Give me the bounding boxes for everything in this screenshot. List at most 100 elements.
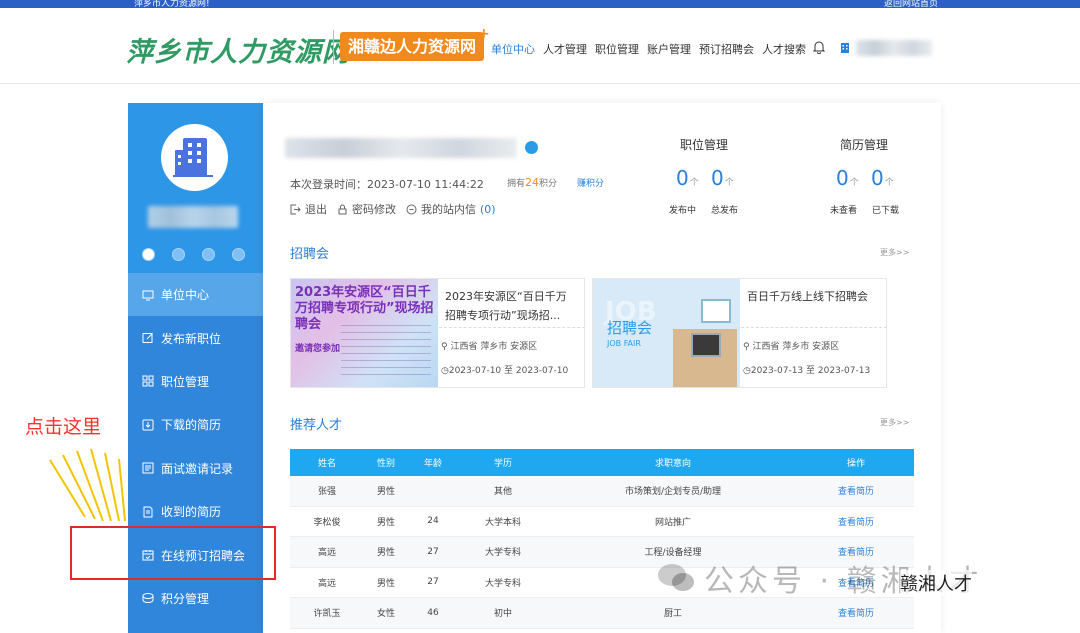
- license-badge-icon[interactable]: [172, 248, 185, 261]
- jobs-total-label: 总发布: [711, 206, 739, 216]
- annotation-text: 点击这里: [25, 416, 102, 438]
- sidebar-profile: [128, 103, 263, 273]
- job-fair-more-link[interactable]: 更多>>: [880, 247, 909, 258]
- unit: 个: [689, 178, 699, 188]
- sidebar-item-label: 发布新职位: [161, 331, 222, 346]
- sub-site-logo[interactable]: 湘赣边人力资源网: [340, 32, 485, 61]
- document-icon: [143, 506, 153, 518]
- job-fair-location: ⚲ 江西省 萍乡市 安源区: [441, 342, 538, 352]
- cell-age: 46: [427, 607, 439, 618]
- lock-icon: [338, 204, 347, 214]
- login-time-label: 本次登录时间：: [290, 178, 367, 191]
- job-fair-card[interactable]: JOB 招聘会 JOB FAIR 百日千万线上线下招聘会 ⚲ 江西省 萍乡市 安…: [592, 278, 887, 388]
- cell-education: 大学专科: [484, 578, 521, 589]
- divider: [741, 327, 887, 328]
- avatar: [161, 124, 228, 191]
- view-resume-link[interactable]: 查看简历: [798, 515, 914, 528]
- view-resume-link[interactable]: 查看简历: [798, 606, 914, 619]
- sidebar-item-interview-invitations[interactable]: 面试邀请记录: [128, 447, 263, 490]
- resumes-downloaded-label: 已下载: [872, 206, 900, 216]
- talent-section-title: 推荐人才: [290, 418, 343, 433]
- back-home-link[interactable]: 返回网站首页: [884, 0, 938, 8]
- sidebar-item-points-management[interactable]: 积分管理: [128, 577, 263, 620]
- table-row: 李松俊 男性 24 大学本科 网站推广 查看简历: [290, 507, 914, 537]
- messages-link[interactable]: 我的站内信 (0): [406, 201, 496, 217]
- nav-talent-search[interactable]: 人才搜索: [762, 41, 806, 57]
- blurred-company-title: [285, 138, 517, 158]
- blurred-username[interactable]: [856, 40, 932, 56]
- company-icon: [841, 43, 849, 53]
- sidebar-item-job-management[interactable]: 职位管理: [128, 360, 263, 403]
- job-fair-title[interactable]: 2023年安源区“百日千万招聘专项行动”现场招...: [445, 287, 577, 325]
- view-resume-link[interactable]: 查看简历: [798, 484, 914, 497]
- jobs-total-count[interactable]: 0个: [711, 166, 734, 190]
- cell-education: 初中: [493, 609, 512, 620]
- sidebar-item-company-center[interactable]: 单位中心: [128, 273, 263, 317]
- jobs-active-label: 发布中: [669, 206, 697, 216]
- resume-stats-title: 简历管理: [840, 138, 889, 152]
- cell-name: 李松俊: [313, 517, 341, 528]
- nav-book-job-fair[interactable]: 预订招聘会: [699, 41, 754, 57]
- blurred-company-name: [148, 206, 238, 228]
- job-fair-title[interactable]: 百日千万线上线下招聘会: [747, 287, 879, 306]
- site-logo[interactable]: 萍乡市人力资源网: [126, 30, 350, 69]
- nav-company-center[interactable]: 单位中心: [491, 41, 535, 57]
- cell-job-intention: 厨工: [663, 609, 682, 620]
- email-badge-icon[interactable]: [232, 248, 245, 261]
- unit: 个: [849, 178, 859, 188]
- job-fair-card[interactable]: 2023年安源区“百日千万招聘专项行动”现场招聘会 邀请您参加 2023年安源区…: [290, 278, 585, 388]
- change-password-label: 密码修改: [352, 203, 396, 216]
- earn-points-link[interactable]: 赚积分: [577, 176, 604, 189]
- talent-table: 姓名 性别 年龄 学历 求职意向 操作 张强 男性 其他 市场策划/企划专员/助…: [290, 449, 914, 629]
- job-fair-poster: JOB 招聘会 JOB FAIR: [593, 279, 740, 387]
- sidebar-item-label: 面试邀请记录: [161, 461, 234, 476]
- sidebar-item-label: 职位管理: [161, 374, 210, 389]
- logo-divider: [333, 30, 334, 64]
- site-header: 萍乡市人力资源网 湘赣边人力资源网 + 单位中心 人才管理 职位管理 账户管理 …: [0, 8, 1080, 84]
- job-fair-section-title: 招聘会: [290, 247, 330, 262]
- nav-account-management[interactable]: 账户管理: [647, 41, 691, 57]
- cell-gender: 男性: [376, 487, 395, 498]
- messages-label: 我的站内信: [421, 203, 476, 216]
- grid-icon: [142, 375, 154, 387]
- bell-icon[interactable]: [812, 40, 826, 54]
- main-nav: 单位中心 人才管理 职位管理 账户管理 预订招聘会 人才搜索: [491, 41, 806, 57]
- unit: 个: [724, 178, 734, 188]
- resumes-downloaded-value: 0: [871, 166, 884, 190]
- table-row: 张强 男性 其他 市场策划/企划专员/助理 查看简历: [290, 476, 914, 507]
- points-value: 24: [525, 176, 540, 189]
- resumes-unread-count[interactable]: 0个: [836, 166, 859, 190]
- top-bar: 萍乡市人力资源网! 返回网站首页: [0, 0, 1080, 8]
- cell-gender: 男性: [376, 548, 395, 559]
- points-display: 拥有24积分: [507, 176, 557, 189]
- unit: 个: [884, 178, 894, 188]
- vip-badge-icon[interactable]: [202, 248, 215, 261]
- logout-label: 退出: [305, 203, 327, 216]
- change-password-link[interactable]: 密码修改: [337, 201, 396, 217]
- verified-badge-icon[interactable]: [142, 248, 155, 261]
- cell-education: 大学专科: [484, 548, 521, 559]
- sidebar-item-label: 下载的简历: [161, 418, 222, 433]
- logout-link[interactable]: 退出: [290, 201, 327, 217]
- message-icon: [406, 204, 417, 214]
- location-text: 江西省 萍乡市 安源区: [450, 342, 538, 352]
- sidebar-item-post-job[interactable]: 发布新职位: [128, 316, 263, 359]
- coin-icon: [142, 593, 154, 604]
- cell-name: 张强: [317, 487, 336, 498]
- nav-talent-management[interactable]: 人才管理: [543, 41, 587, 57]
- sidebar-item-downloaded-resumes[interactable]: 下载的简历: [128, 403, 263, 446]
- jobs-active-count[interactable]: 0个: [676, 166, 699, 190]
- cell-gender: 男性: [376, 578, 395, 589]
- highlight-box: [70, 526, 276, 580]
- nav-job-management[interactable]: 职位管理: [595, 41, 639, 57]
- computer-icon: [142, 290, 154, 301]
- column-job-intention: 求职意向: [654, 459, 691, 469]
- message-count: (0): [480, 202, 496, 216]
- cell-gender: 男性: [376, 517, 395, 528]
- job-fair-date: ◷2023-07-13 至 2023-07-13: [743, 366, 871, 376]
- talent-more-link[interactable]: 更多>>: [880, 417, 909, 428]
- building-icon: [173, 138, 213, 177]
- job-fair-date: ◷2023-07-10 至 2023-07-10: [441, 366, 569, 376]
- account-actions: 退出 密码修改 我的站内信 (0): [290, 201, 496, 217]
- resumes-downloaded-count[interactable]: 0个: [871, 166, 894, 190]
